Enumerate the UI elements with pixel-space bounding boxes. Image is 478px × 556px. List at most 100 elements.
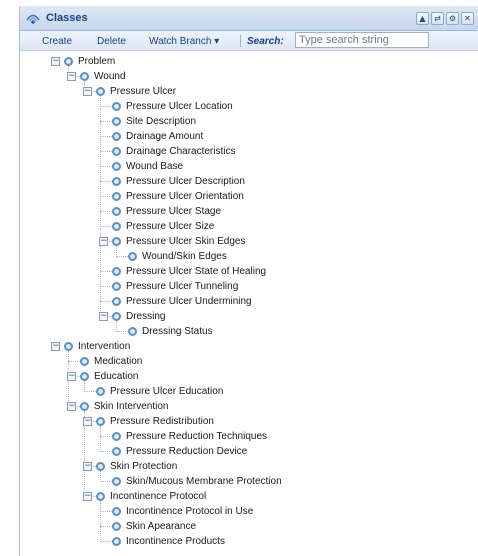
- circle-node-icon: [112, 522, 121, 531]
- circle-node-icon: [96, 417, 105, 426]
- tree-connector-line: [100, 501, 101, 542]
- minus-box-icon[interactable]: −: [83, 87, 92, 96]
- circle-node-icon: [64, 57, 73, 66]
- circle-node-icon: [80, 72, 89, 81]
- collapse-panel-button[interactable]: ▲: [416, 12, 429, 25]
- circle-node-icon: [112, 432, 121, 441]
- circle-node-icon: [112, 267, 121, 276]
- minus-box-icon[interactable]: −: [51, 57, 60, 66]
- tree-node-label: Drainage Characteristics: [126, 146, 236, 157]
- tree-node-label: Skin Protection: [110, 461, 178, 472]
- delete-button[interactable]: Delete: [97, 36, 126, 47]
- tree-node-label: Pressure Reduction Techniques: [126, 431, 268, 442]
- tree-node-label: Incontinence Protocol: [110, 491, 207, 502]
- tree-node-label: Drainage Amount: [126, 131, 204, 142]
- circle-node-icon: [96, 87, 105, 96]
- tree-connector-branch: [100, 136, 112, 137]
- create-button[interactable]: Create: [42, 36, 72, 47]
- tree-connector-branch: [116, 256, 128, 257]
- tree-connector-branch: [100, 166, 112, 167]
- tree-node-label: Pressure Ulcer Education: [110, 386, 224, 397]
- tree-connector-branch: [84, 391, 96, 392]
- tree-node-label: Skin Intervention: [94, 401, 169, 412]
- circle-node-icon: [112, 102, 121, 111]
- circle-node-icon: [112, 117, 121, 126]
- tree-node-label: Intervention: [78, 341, 131, 352]
- circle-node-icon: [112, 477, 121, 486]
- tree-node-label: Pressure Ulcer Stage: [126, 206, 222, 217]
- tree-node-label: Skin Apearance: [126, 521, 197, 532]
- tree-connector-branch: [100, 196, 112, 197]
- circle-node-icon: [112, 147, 121, 156]
- tree-node-label: Pressure Ulcer Description: [126, 176, 245, 187]
- minus-box-icon[interactable]: −: [51, 342, 60, 351]
- minus-box-icon[interactable]: −: [83, 462, 92, 471]
- refresh-button[interactable]: ⇄: [431, 12, 444, 25]
- circle-node-icon: [112, 447, 121, 456]
- minus-box-icon[interactable]: −: [83, 417, 92, 426]
- search-label: Search:: [247, 36, 284, 47]
- tree-connector-line: [100, 426, 101, 452]
- tree-node-label: Pressure Ulcer: [110, 86, 177, 97]
- circle-node-icon: [112, 207, 121, 216]
- tree-connector-branch: [100, 526, 112, 527]
- minus-box-icon[interactable]: −: [83, 492, 92, 501]
- circle-node-icon: [80, 372, 89, 381]
- tree-node-label: Wound/Skin Edges: [142, 251, 227, 262]
- minus-box-icon[interactable]: −: [67, 372, 76, 381]
- tree-connector-branch: [100, 286, 112, 287]
- tree-node-label: Education: [94, 371, 139, 382]
- search-input[interactable]: [295, 32, 429, 48]
- tree-connector-branch: [100, 301, 112, 302]
- tree-node-label: Pressure Ulcer Size: [126, 221, 215, 232]
- toolbar-separator: [240, 35, 241, 47]
- tree-node-label: Incontinence Protocol in Use: [126, 506, 254, 517]
- close-button[interactable]: ✕: [461, 12, 474, 25]
- tree-connector-branch: [100, 436, 112, 437]
- tree-connector-branch: [100, 181, 112, 182]
- tree-connector-line: [100, 96, 101, 317]
- watch-branch-button[interactable]: Watch Branch ▾: [149, 36, 219, 47]
- class-tree: − Problem − Wound − Pressure Ulcer Pressure Ul…: [20, 51, 478, 556]
- settings-button[interactable]: ⚙: [446, 12, 459, 25]
- circle-node-icon: [112, 237, 121, 246]
- circle-node-icon: [112, 192, 121, 201]
- circle-node-icon: [112, 312, 121, 321]
- tree-node-label: Incontinence Products: [126, 536, 225, 547]
- tree-node-label: Wound: [94, 71, 126, 82]
- minus-box-icon[interactable]: −: [99, 237, 108, 246]
- tree-node-label: Pressure Ulcer State of Healing: [126, 266, 267, 277]
- tree-node-label: Dressing: [126, 311, 166, 322]
- tree-node-label: Wound Base: [126, 161, 184, 172]
- panel-title: Classes: [46, 12, 88, 24]
- classes-panel: Classes ▲ ⇄ ⚙ ✕ Create Delete Watch Bran…: [19, 6, 478, 556]
- tree-connector-branch: [100, 106, 112, 107]
- panel-header: Classes ▲ ⇄ ⚙ ✕: [20, 6, 478, 31]
- circle-node-icon: [112, 177, 121, 186]
- tree-node-label: Pressure Ulcer Tunneling: [126, 281, 239, 292]
- tree-connector-branch: [100, 226, 112, 227]
- tree-node-label: Pressure Ulcer Orientation: [126, 191, 244, 202]
- circle-node-icon: [112, 282, 121, 291]
- minus-box-icon[interactable]: −: [67, 402, 76, 411]
- circle-node-icon: [96, 462, 105, 471]
- circle-node-icon: [128, 252, 137, 261]
- classes-icon: [26, 14, 40, 24]
- circle-node-icon: [112, 162, 121, 171]
- tree-connector-branch: [100, 541, 112, 542]
- tree-node-label: Medication: [94, 356, 143, 367]
- minus-box-icon[interactable]: −: [99, 312, 108, 321]
- tree-node-label: Site Description: [126, 116, 197, 127]
- panel-tools: ▲ ⇄ ⚙ ✕: [416, 12, 474, 26]
- minus-box-icon[interactable]: −: [67, 72, 76, 81]
- tree-node-label: Skin/Mucous Membrane Protection: [126, 476, 282, 487]
- tree-connector-branch: [100, 271, 112, 272]
- panel-toolbar: Create Delete Watch Branch ▾ Search:: [20, 31, 478, 51]
- tree-node-label: Pressure Redistribution: [110, 416, 214, 427]
- circle-node-icon: [112, 507, 121, 516]
- tree-connector-branch: [100, 211, 112, 212]
- circle-node-icon: [112, 222, 121, 231]
- tree-node-label: Pressure Ulcer Location: [126, 101, 233, 112]
- tree-node-label: Pressure Ulcer Undermining: [126, 296, 252, 307]
- circle-node-icon: [80, 402, 89, 411]
